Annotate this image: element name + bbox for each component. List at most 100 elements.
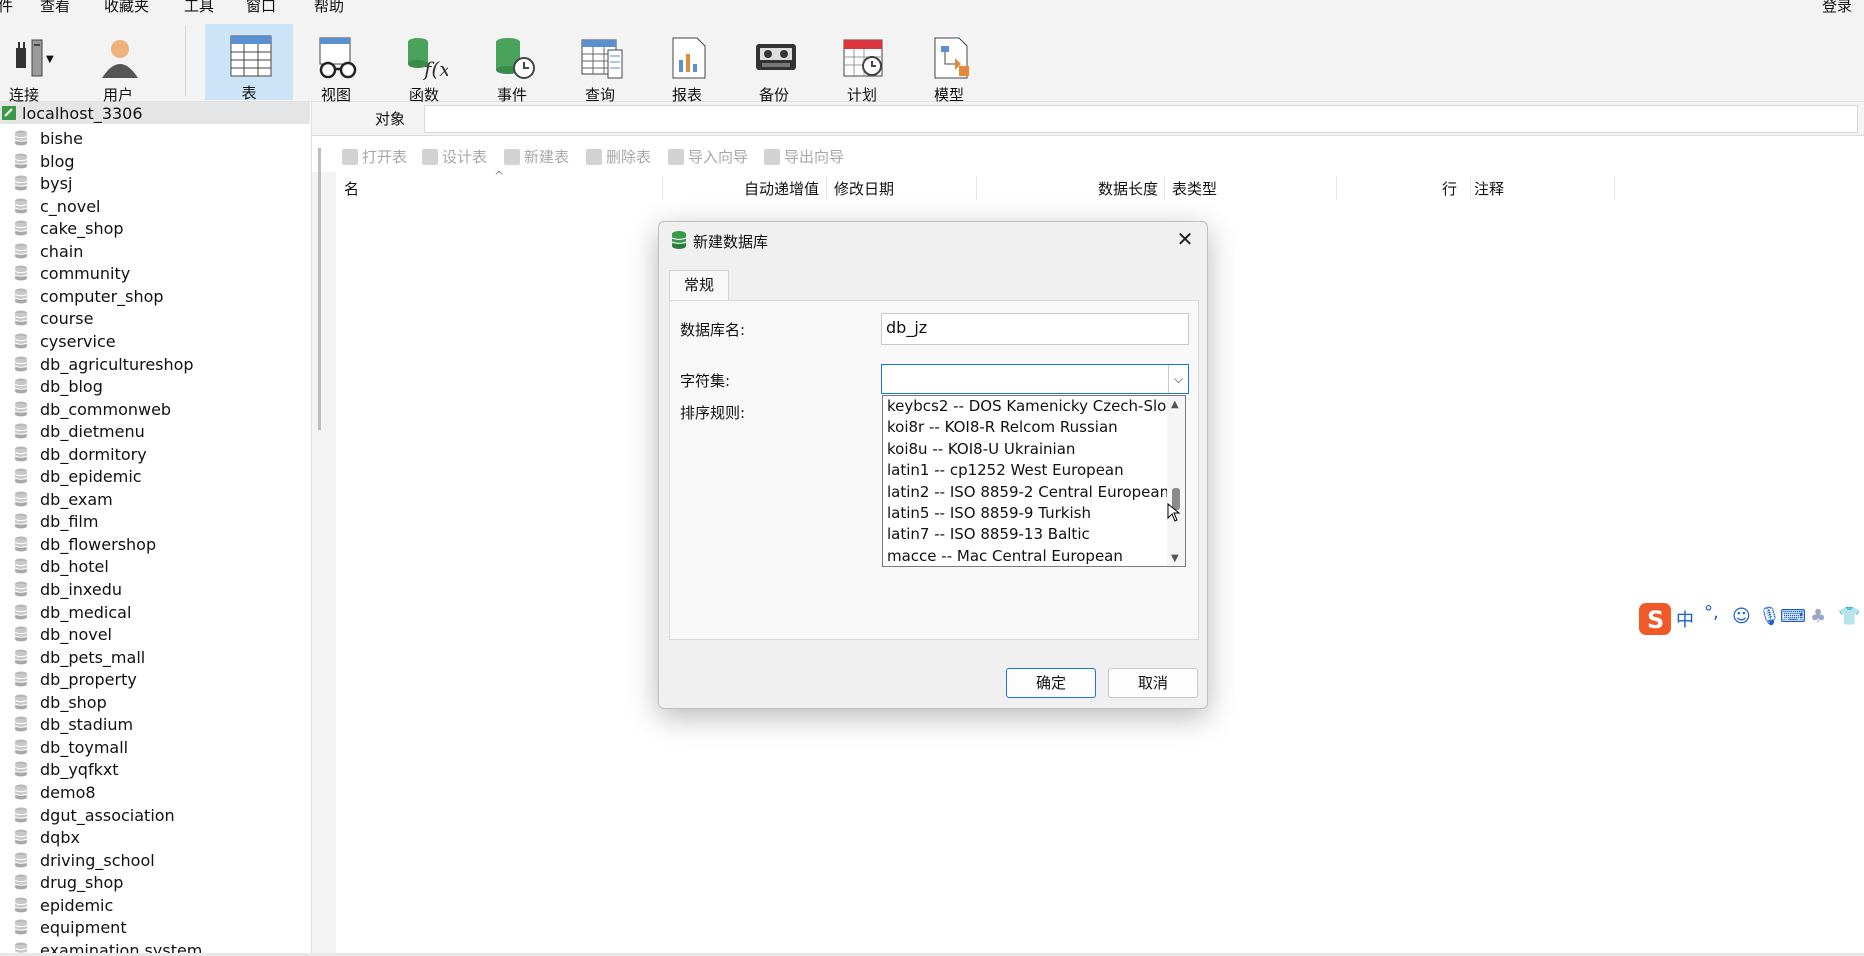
col-table-type[interactable]: 表类型 (1172, 178, 1217, 200)
tree-item-database[interactable]: db_blog (0, 375, 300, 397)
toolbar-connection-button[interactable]: ▼ 连接 (0, 26, 68, 112)
dialog-titlebar[interactable]: 新建数据库 ✕ (659, 222, 1207, 258)
tree-scrollbar[interactable] (318, 148, 321, 430)
tree-item-database[interactable]: blog (0, 150, 300, 172)
menu-view[interactable]: 查看 (40, 0, 70, 14)
chevron-down-icon[interactable]: ⌵ (1168, 365, 1188, 393)
sogou-logo-icon[interactable]: S (1638, 602, 1672, 636)
col-divider[interactable] (1336, 176, 1337, 200)
tree-item-database[interactable]: db_commonweb (0, 398, 300, 420)
tree-item-database[interactable]: db_yqfkxt (0, 758, 300, 780)
toolbar-event-button[interactable]: 事件 (468, 26, 556, 112)
tree-item-database[interactable]: demo8 (0, 781, 300, 803)
login-link[interactable]: 登录 (1822, 0, 1852, 14)
tree-item-database[interactable]: cyservice (0, 330, 300, 352)
scroll-down-icon[interactable]: ▼ (1171, 553, 1179, 564)
charset-select[interactable]: ⌵ (881, 364, 1189, 394)
export-wizard-button[interactable]: 导出向导 (764, 146, 844, 167)
toolbar-query-button[interactable]: 查询 (556, 26, 644, 112)
tree-item-database[interactable]: db_inxedu (0, 578, 300, 600)
tree-item-database[interactable]: examination system (0, 939, 300, 954)
chevron-down-icon[interactable]: ▼ (46, 54, 54, 65)
col-divider[interactable] (976, 176, 977, 200)
tab-general[interactable]: 常规 (669, 270, 729, 300)
tree-item-database[interactable]: db_hotel (0, 555, 300, 577)
tree-item-database[interactable]: db_medical (0, 601, 300, 623)
menu-window[interactable]: 窗口 (246, 0, 276, 14)
ime-mode-chinese[interactable]: 中 (1676, 606, 1694, 632)
charset-option[interactable]: latin1 -- cp1252 West European (887, 461, 1167, 482)
col-name[interactable]: 名 (344, 178, 359, 200)
menu-help[interactable]: 帮助 (314, 0, 344, 14)
charset-option[interactable]: latin5 -- ISO 8859-9 Turkish (887, 504, 1167, 525)
toolbar-backup-button[interactable]: 备份 (730, 26, 818, 112)
tree-item-database[interactable]: db_film (0, 510, 300, 532)
microphone-icon[interactable]: 🎙 (1758, 606, 1781, 627)
tree-item-database[interactable]: chain (0, 240, 300, 262)
toolbar-table-button[interactable]: 表 (205, 24, 293, 102)
col-divider[interactable] (1164, 176, 1165, 200)
menu-favorites[interactable]: 收藏夹 (104, 0, 149, 14)
toolbar-schedule-button[interactable]: 计划 (818, 26, 906, 112)
tree-item-database[interactable]: epidemic (0, 894, 300, 916)
tree-item-database[interactable]: cake_shop (0, 217, 300, 239)
col-rows[interactable]: 行 (1442, 178, 1457, 200)
tree-item-database[interactable]: db_dormitory (0, 443, 300, 465)
design-table-button[interactable]: 设计表 (422, 146, 487, 167)
col-divider[interactable] (662, 176, 663, 200)
tree-item-database[interactable]: db_flowershop (0, 533, 300, 555)
charset-option[interactable]: macce -- Mac Central European (887, 547, 1167, 566)
tree-item-database[interactable]: dgut_association (0, 804, 300, 826)
emoji-icon[interactable]: ☺ (1732, 606, 1751, 627)
tree-item-database[interactable]: community (0, 262, 300, 284)
ime-punctuation[interactable]: °, (1704, 602, 1719, 623)
import-wizard-button[interactable]: 导入向导 (668, 146, 748, 167)
tree-item-database[interactable]: db_toymall (0, 736, 300, 758)
tree-root-connection[interactable]: localhost_3306 (0, 102, 310, 124)
tree-item-database[interactable]: equipment (0, 916, 300, 938)
col-divider[interactable] (1470, 176, 1471, 200)
col-divider[interactable] (826, 176, 827, 200)
charset-option[interactable]: latin2 -- ISO 8859-2 Central European (887, 483, 1167, 504)
close-icon[interactable]: ✕ (1173, 228, 1197, 252)
col-data-length[interactable]: 数据长度 (1098, 178, 1158, 200)
open-table-button[interactable]: 打开表 (342, 146, 407, 167)
menu-tools[interactable]: 工具 (184, 0, 214, 14)
toolbar-model-button[interactable]: 模型 (905, 26, 993, 112)
tree-item-database[interactable]: db_novel (0, 623, 300, 645)
charset-option[interactable]: koi8r -- KOI8-R Relcom Russian (887, 418, 1167, 439)
cancel-button[interactable]: 取消 (1108, 668, 1198, 698)
tree-item-database[interactable]: driving_school (0, 849, 300, 871)
toolbar-function-button[interactable]: f(x) 函数 (380, 26, 468, 112)
toolbar-report-button[interactable]: 报表 (643, 26, 731, 112)
tree-item-database[interactable]: dqbx (0, 826, 300, 848)
tree-item-database[interactable]: db_dietmenu (0, 420, 300, 442)
user-manager-icon[interactable]: ♣ (1810, 606, 1826, 627)
tree-item-database[interactable]: bysj (0, 172, 300, 194)
keyboard-icon[interactable]: ⌨ (1780, 606, 1806, 627)
ok-button[interactable]: 确定 (1006, 668, 1096, 698)
delete-table-button[interactable]: 删除表 (586, 146, 651, 167)
tree-item-database[interactable]: course (0, 307, 300, 329)
charset-option[interactable]: koi8u -- KOI8-U Ukrainian (887, 440, 1167, 461)
col-comment[interactable]: 注释 (1474, 178, 1504, 200)
new-table-button[interactable]: 新建表 (504, 146, 569, 167)
tree-item-database[interactable]: c_novel (0, 195, 300, 217)
db-name-input[interactable]: db_jz (881, 313, 1189, 345)
scroll-up-icon[interactable]: ▲ (1171, 399, 1179, 410)
tree-item-database[interactable]: db_property (0, 668, 300, 690)
skin-shirt-icon[interactable]: 👕 (1838, 606, 1860, 627)
tree-item-database[interactable]: db_pets_mall (0, 646, 300, 668)
tree-item-database[interactable]: db_stadium (0, 713, 300, 735)
tree-item-database[interactable]: db_epidemic (0, 465, 300, 487)
tree-item-database[interactable]: bishe (0, 127, 300, 149)
charset-option[interactable]: latin7 -- ISO 8859-13 Baltic (887, 525, 1167, 546)
toolbar-view-button[interactable]: 视图 (292, 26, 380, 112)
menu-file[interactable]: 件 (0, 0, 13, 14)
col-modified-date[interactable]: 修改日期 (834, 178, 894, 200)
col-auto-increment[interactable]: 自动递增值 (744, 178, 819, 200)
tree-item-database[interactable]: drug_shop (0, 871, 300, 893)
col-divider[interactable] (1614, 176, 1615, 200)
tree-item-database[interactable]: db_shop (0, 691, 300, 713)
toolbar-user-button[interactable]: 用户 (74, 26, 162, 112)
